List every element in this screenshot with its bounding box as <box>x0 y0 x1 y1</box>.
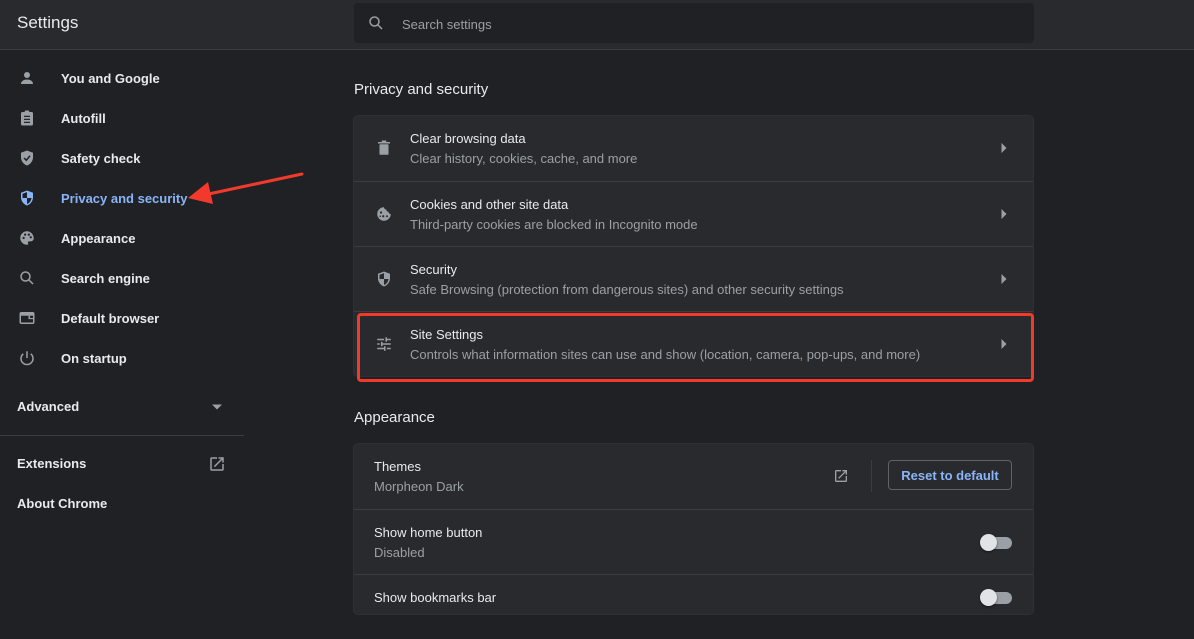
cookies-row[interactable]: Cookies and other site data Third-party … <box>354 181 1033 246</box>
browser-window-icon <box>19 312 35 324</box>
security-row[interactable]: Security Safe Browsing (protection from … <box>354 246 1033 311</box>
sidebar-item-label: Safety check <box>61 150 141 166</box>
bookmarks-bar-toggle[interactable] <box>980 589 1012 606</box>
app-title: Settings <box>17 13 79 32</box>
sidebar-item-label: You and Google <box>61 70 160 86</box>
appearance-card: Themes Morpheon Dark Reset to default Sh… <box>354 444 1033 614</box>
sidebar-item-autofill[interactable]: Autofill <box>0 98 244 138</box>
vertical-separator <box>871 460 872 492</box>
clipboard-icon <box>21 110 33 126</box>
row-title: Security <box>410 262 457 277</box>
sidebar-item-label: Default browser <box>61 310 160 326</box>
sidebar-item-label: Privacy and security <box>61 190 188 206</box>
annotation-arrow <box>188 172 304 204</box>
clear-browsing-data-row[interactable]: Clear browsing data Clear history, cooki… <box>354 116 1033 181</box>
row-title: Site Settings <box>410 327 483 342</box>
themes-row: Themes Morpheon Dark Reset to default <box>354 444 1033 509</box>
home-button-toggle[interactable] <box>980 534 1012 551</box>
sidebar-item-search-engine[interactable]: Search engine <box>0 258 244 298</box>
sidebar-item-default-browser[interactable]: Default browser <box>0 298 244 338</box>
tune-sliders-icon <box>377 337 391 351</box>
appearance-section-title: Appearance <box>354 409 435 426</box>
row-subtitle: Controls what information sites can use … <box>410 347 921 362</box>
sidebar-item-label: On startup <box>61 350 127 366</box>
power-icon <box>20 351 34 366</box>
sidebar-divider <box>0 435 244 436</box>
sidebar-item-label: Autofill <box>61 110 106 126</box>
sidebar-advanced[interactable]: Advanced <box>17 399 79 414</box>
sidebar-item-on-startup[interactable]: On startup <box>0 338 244 378</box>
themes-value: Morpheon Dark <box>374 479 464 494</box>
row-title: Clear browsing data <box>410 131 526 146</box>
shield-check-icon <box>21 150 33 166</box>
home-button-status: Disabled <box>374 545 425 560</box>
sidebar-item-label: Appearance <box>61 230 136 246</box>
search-box[interactable] <box>354 3 1034 43</box>
themes-title: Themes <box>374 459 421 474</box>
show-home-button-row[interactable]: Show home button Disabled <box>354 509 1033 574</box>
search-input[interactable] <box>400 11 1004 37</box>
shield-half-icon <box>378 271 390 287</box>
search-icon <box>369 16 383 30</box>
sidebar-item-you-and-google[interactable]: You and Google <box>0 58 244 98</box>
show-bookmarks-bar-row[interactable]: Show bookmarks bar <box>354 574 1033 639</box>
chevron-down-icon[interactable] <box>212 404 222 410</box>
row-title: Cookies and other site data <box>410 197 569 212</box>
chevron-right-icon <box>1001 209 1007 219</box>
privacy-card: Clear browsing data Clear history, cooki… <box>354 116 1033 376</box>
row-subtitle: Third-party cookies are blocked in Incog… <box>410 217 698 232</box>
top-bar: Settings <box>0 0 1194 50</box>
open-in-new-icon[interactable] <box>833 468 849 484</box>
shield-half-icon <box>21 190 33 206</box>
sidebar-extensions[interactable]: Extensions <box>17 456 86 471</box>
privacy-section-title: Privacy and security <box>354 81 489 98</box>
sidebar-item-label: Search engine <box>61 270 150 286</box>
row-subtitle: Safe Browsing (protection from dangerous… <box>410 282 844 297</box>
trash-icon <box>378 140 390 155</box>
person-icon <box>21 72 33 84</box>
home-button-title: Show home button <box>374 525 483 540</box>
open-in-new-icon[interactable] <box>208 455 226 473</box>
chevron-right-icon <box>1001 143 1007 153</box>
palette-icon <box>20 231 34 245</box>
row-subtitle: Clear history, cookies, cache, and more <box>410 151 638 166</box>
sidebar-about-chrome[interactable]: About Chrome <box>17 496 107 511</box>
search-icon <box>20 271 34 285</box>
chevron-right-icon <box>1001 339 1007 349</box>
sidebar-item-appearance[interactable]: Appearance <box>0 218 244 258</box>
site-settings-row[interactable]: Site Settings Controls what information … <box>354 311 1033 376</box>
chevron-right-icon <box>1001 274 1007 284</box>
bookmarks-bar-title: Show bookmarks bar <box>374 590 497 605</box>
reset-to-default-button[interactable]: Reset to default <box>888 460 1012 490</box>
cookie-icon <box>377 207 391 221</box>
